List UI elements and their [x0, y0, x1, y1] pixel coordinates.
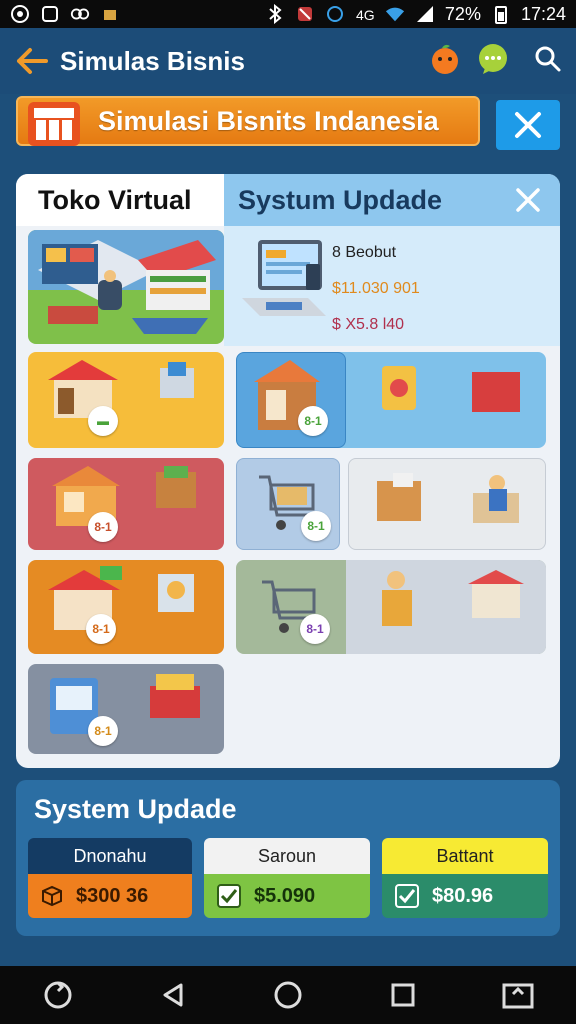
kiosk-icon	[52, 466, 196, 526]
market-stall-icon	[48, 360, 194, 418]
update-card-3-value: $80.96	[432, 884, 494, 907]
close-icon	[516, 188, 540, 212]
banner-title: Simulasi Bisnits Indanesia	[98, 105, 439, 136]
chat-icon[interactable]	[476, 42, 510, 81]
tile-badge: ▬	[88, 406, 118, 436]
boutique-icon	[254, 360, 520, 430]
recents-nav-button[interactable]	[383, 975, 423, 1015]
app-notification-icon	[10, 4, 30, 24]
search-icon	[535, 46, 561, 71]
system-update-title: System Updade	[34, 794, 237, 824]
svg-text:4G: 4G	[356, 7, 375, 23]
app-bar: Simulas Bisnis	[0, 28, 576, 94]
status-bar: 4G 72% 17:24	[0, 0, 576, 28]
bluetooth-icon	[265, 4, 285, 24]
virtual-shop-illustration	[28, 230, 224, 334]
tab-system-update[interactable]: Systum Updade	[224, 174, 560, 226]
store-tile-delivery[interactable]	[348, 458, 546, 550]
store-notification-icon	[100, 4, 120, 24]
back-nav-button[interactable]	[153, 975, 193, 1015]
home-nav-button[interactable]	[268, 975, 308, 1015]
close-tab-button[interactable]	[510, 182, 546, 218]
cloud-notification-icon	[70, 4, 90, 24]
box-icon	[42, 885, 62, 907]
fruit-app-icon[interactable]	[428, 42, 462, 81]
wifi-icon	[385, 4, 405, 24]
back-arrow-icon	[17, 48, 48, 74]
screenshot-icon	[502, 983, 534, 1009]
update-card-2-value: $5.090	[254, 884, 316, 907]
sync-icon	[325, 4, 345, 24]
delivery-box-icon	[377, 473, 519, 523]
atm-icon	[50, 674, 200, 734]
back-button[interactable]	[14, 43, 50, 79]
store-tile-supermarket[interactable]: 8-1	[236, 560, 546, 654]
checkbox-checked-icon	[395, 884, 419, 908]
whatsapp-notification-icon	[40, 4, 60, 24]
recents-square-icon	[391, 983, 415, 1007]
close-banner-button[interactable]	[496, 100, 560, 150]
title-banner: Simulasi Bisnits Indanesia	[16, 96, 480, 146]
store-tile-cart[interactable]: 8-1	[236, 458, 340, 550]
tile-badge: 8-1	[301, 511, 331, 541]
back-triangle-icon	[163, 983, 183, 1007]
system-update-card: System Updade Dnonahu $300 36 Saroun $5.…	[16, 780, 560, 936]
update-card-1-header: Dnonahu	[28, 838, 192, 874]
update-card-3-header: Battant	[382, 838, 548, 874]
store-logo-icon	[24, 96, 84, 150]
update-card-2[interactable]: Saroun $5.090	[204, 838, 370, 918]
update-card-3[interactable]: Battant $80.96	[382, 838, 548, 918]
system-nav-bar	[0, 966, 576, 1024]
update-card-1[interactable]: Dnonahu $300 36	[28, 838, 192, 918]
warung-icon	[48, 566, 194, 630]
mute-icon	[295, 4, 315, 24]
store-tile-virtual-shop[interactable]	[28, 230, 224, 344]
battery-level: 72%	[444, 3, 481, 24]
app-title: Simulas Bisnis	[60, 45, 245, 76]
refresh-icon	[44, 981, 72, 1009]
search-button[interactable]	[534, 45, 562, 78]
tab-system-update-label: Systum Updade	[238, 184, 443, 215]
tile-badge: 8-1	[88, 512, 118, 542]
tile-badge: 8-1	[300, 614, 330, 644]
tile-badge: 8-1	[88, 716, 118, 746]
laptop-illustration	[236, 236, 332, 328]
update-card-2-header: Saroun	[204, 838, 370, 874]
close-icon	[515, 112, 541, 138]
home-circle-icon	[274, 981, 302, 1009]
tab-toko-virtual[interactable]: Toko Virtual	[16, 174, 224, 226]
store-tile-boutique[interactable]: 8-1	[236, 352, 546, 448]
signal-icon	[415, 4, 435, 24]
refresh-nav-button[interactable]	[38, 975, 78, 1015]
tile-badge: 8-1	[86, 614, 116, 644]
update-info: 8 Beobut $11.030 901 $ X5.8 l40	[332, 244, 542, 352]
clock: 17:24	[520, 3, 566, 24]
tile-badge: 8-1	[298, 406, 328, 436]
battery-icon	[491, 4, 511, 24]
store-tile-market-stall[interactable]: ▬	[28, 352, 224, 448]
info-line-1: 8 Beobut	[332, 244, 397, 261]
screenshot-nav-button[interactable]	[498, 975, 538, 1015]
network-icon: 4G	[355, 4, 375, 24]
store-tile-atm[interactable]: 8-1	[28, 664, 224, 754]
store-tile-warung[interactable]: 8-1	[28, 560, 224, 654]
checkbox-checked-icon	[217, 884, 241, 908]
update-card-1-value: $300 36	[76, 884, 149, 907]
store-tile-kiosk[interactable]: 8-1	[28, 458, 224, 550]
info-line-3: $ X5.8 l40	[332, 316, 405, 333]
store-panel: Toko Virtual Systum Updade 8 Beobut $11.…	[16, 174, 560, 768]
supermarket-icon	[262, 570, 524, 633]
info-line-2: $11.030 901	[332, 280, 420, 297]
